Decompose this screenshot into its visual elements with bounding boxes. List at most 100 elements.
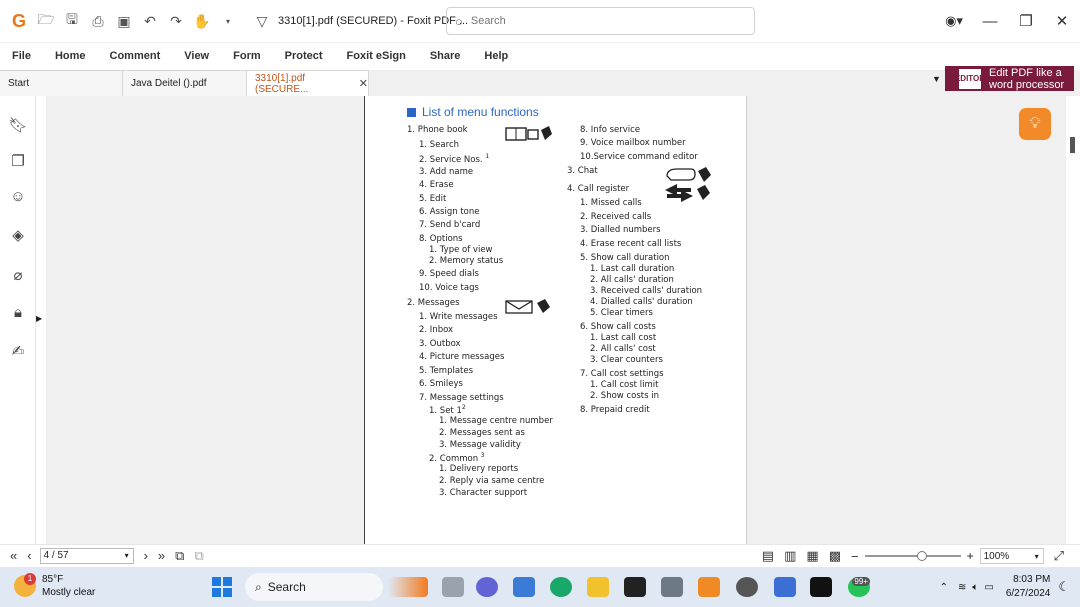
full-screen-icon[interactable]: ⤢	[1054, 548, 1064, 564]
close-button[interactable]: ✕	[1044, 12, 1080, 30]
taskbar-search-icon: ⌕	[255, 579, 262, 594]
menu-bar: File Home Comment View Form Protect Foxi…	[0, 42, 1080, 68]
menu-function-line: 4. Call register	[567, 184, 630, 194]
menu-function-line: 5. Edit	[419, 194, 447, 204]
search-box[interactable]: ○	[446, 7, 755, 35]
previous-page-icon[interactable]: ‹	[27, 548, 31, 563]
zoom-slider-knob[interactable]	[916, 551, 927, 561]
taskbar-app-window-icon[interactable]	[442, 577, 464, 597]
layers-icon[interactable]: ◈	[8, 226, 28, 246]
wifi-icon[interactable]: ≋	[958, 582, 966, 593]
clock[interactable]: 8:03 PM 6/27/2024	[1006, 573, 1051, 601]
menu-function-line: 3. Clear counters	[590, 355, 663, 365]
taskbar-app-a-icon[interactable]	[624, 577, 646, 597]
menu-function-line: 4. Erase	[419, 180, 454, 190]
taskbar-app-teams-icon[interactable]	[476, 577, 498, 597]
signature-icon[interactable]: ✍	[8, 342, 28, 362]
zoom-dropdown-icon[interactable]: ▾	[1035, 552, 1039, 561]
comments-icon[interactable]: ☺	[8, 188, 28, 208]
continuous-facing-view-icon[interactable]: ▩	[829, 548, 841, 564]
save-icon[interactable]: 🖫	[62, 11, 82, 31]
battery-icon[interactable]: ▭	[984, 582, 993, 593]
taskbar-app-notepad-icon[interactable]	[774, 577, 796, 597]
menu-function-line: 1. Last call cost	[590, 333, 657, 343]
search-input[interactable]	[470, 15, 731, 27]
expand-panel-icon[interactable]: ▶	[36, 314, 42, 323]
menu-function-line: 1. Missed calls	[580, 198, 642, 208]
print-icon[interactable]: ⎙	[88, 11, 108, 31]
zoom-slider[interactable]	[864, 551, 961, 561]
redo-icon[interactable]: ↷	[166, 11, 186, 31]
menu-help[interactable]: Help	[484, 50, 508, 62]
taskbar-app-camera-icon[interactable]	[736, 577, 758, 597]
taskbar-app-edge-icon[interactable]	[550, 577, 572, 597]
taskbar-app-terminal-icon[interactable]	[810, 577, 832, 597]
vertical-scrollbar-thumb[interactable]	[1070, 137, 1075, 153]
start-button[interactable]	[212, 577, 232, 597]
previous-view-icon[interactable]: ⧉	[175, 548, 184, 564]
undo-icon[interactable]: ↶	[140, 11, 160, 31]
menu-file[interactable]: File	[12, 50, 31, 62]
menu-comment[interactable]: Comment	[110, 50, 161, 62]
edit-pdf-banner[interactable]: EDITOR Edit PDF like a word processor	[945, 66, 1074, 91]
menu-function-line: 2. Show costs in	[590, 391, 659, 401]
zoom-out-icon[interactable]: −	[851, 549, 859, 564]
menu-view[interactable]: View	[184, 50, 209, 62]
tab-start[interactable]: Start	[0, 70, 123, 96]
account-icon[interactable]: ◉▾	[936, 13, 972, 29]
tab-java-deitel[interactable]: Java Deitel ().pdf	[123, 70, 247, 96]
pages-icon[interactable]: ❐	[8, 152, 28, 172]
menu-function-line: 5. Clear timers	[590, 308, 653, 318]
hand-tool-icon[interactable]: ✋	[192, 11, 212, 31]
menu-protect[interactable]: Protect	[285, 50, 323, 62]
page-number-field[interactable]: 4 / 57 ▾	[39, 547, 134, 564]
footnote-marker: 3	[480, 452, 485, 459]
tab-3310-pdf[interactable]: 3310[1].pdf (SECURE... ✕	[247, 70, 369, 96]
zoom-level-field[interactable]: 100% ▾	[979, 548, 1044, 564]
taskbar-app-whatsapp-icon[interactable]: 99+	[848, 577, 870, 597]
notifications-icon[interactable]: ☾	[1058, 579, 1070, 595]
close-tab-icon[interactable]: ✕	[359, 77, 368, 90]
foxit-logo-icon[interactable]: G	[8, 10, 30, 32]
bookmark-icon[interactable]: 🔖︎	[8, 116, 28, 136]
filter-icon[interactable]: ▽	[252, 11, 272, 31]
window-controls: ◉▾ — ❐ ✕	[936, 0, 1080, 42]
new-document-icon[interactable]: ▣	[114, 11, 134, 31]
zoom-in-icon[interactable]: +	[967, 549, 974, 563]
taskbar-app-calculator-icon[interactable]	[661, 577, 683, 597]
restore-button[interactable]: ❐	[1008, 12, 1044, 30]
menu-function-line: 5. Show call duration	[580, 253, 670, 263]
weather-widget[interactable]: 1 85°F Mostly clear	[14, 573, 95, 599]
next-page-icon[interactable]: ›	[144, 548, 148, 563]
taskbar-app-store-icon[interactable]	[513, 577, 535, 597]
menu-function-line: 2. Messages sent as	[439, 428, 525, 438]
single-page-view-icon[interactable]: ▤	[762, 548, 774, 564]
menu-function-line: 8. Options	[419, 234, 463, 244]
open-folder-icon[interactable]: 🗁	[36, 11, 56, 31]
menu-home[interactable]: Home	[55, 50, 86, 62]
taskbar-app-flame-icon[interactable]	[388, 577, 428, 597]
menu-foxit-esign[interactable]: Foxit eSign	[347, 50, 406, 62]
tab-bar: Start Java Deitel ().pdf 3310[1].pdf (SE…	[0, 70, 1080, 96]
taskbar-search[interactable]: ⌕ Search	[245, 573, 383, 601]
taskbar-app-explorer-icon[interactable]	[587, 577, 609, 597]
lightbulb-tip-icon[interactable]: 💡︎	[1019, 108, 1051, 140]
page-dropdown-icon[interactable]: ▾	[125, 551, 129, 560]
taskbar-app-foxit-icon[interactable]	[698, 577, 720, 597]
menu-function-line: 2. Messages	[407, 298, 460, 308]
security-lock-icon[interactable]: 🔒︎	[8, 304, 28, 324]
last-page-icon[interactable]: »	[158, 548, 165, 563]
next-view-icon[interactable]: ⧉	[194, 548, 203, 564]
attachment-icon[interactable]: ⌀	[8, 266, 28, 286]
first-page-icon[interactable]: «	[10, 548, 17, 563]
volume-icon[interactable]: 🔈︎	[972, 582, 978, 593]
menu-share[interactable]: Share	[430, 50, 461, 62]
dropdown-arrow-icon[interactable]: ▾	[218, 11, 238, 31]
facing-view-icon[interactable]: ▦	[806, 548, 818, 564]
menu-function-line: 1. Search	[419, 140, 460, 150]
continuous-view-icon[interactable]: ▥	[784, 548, 796, 564]
tab-list-dropdown-icon[interactable]: ▼	[932, 74, 941, 84]
tray-overflow-icon[interactable]: ⌃	[940, 582, 948, 593]
minimize-button[interactable]: —	[972, 13, 1008, 30]
menu-form[interactable]: Form	[233, 50, 261, 62]
